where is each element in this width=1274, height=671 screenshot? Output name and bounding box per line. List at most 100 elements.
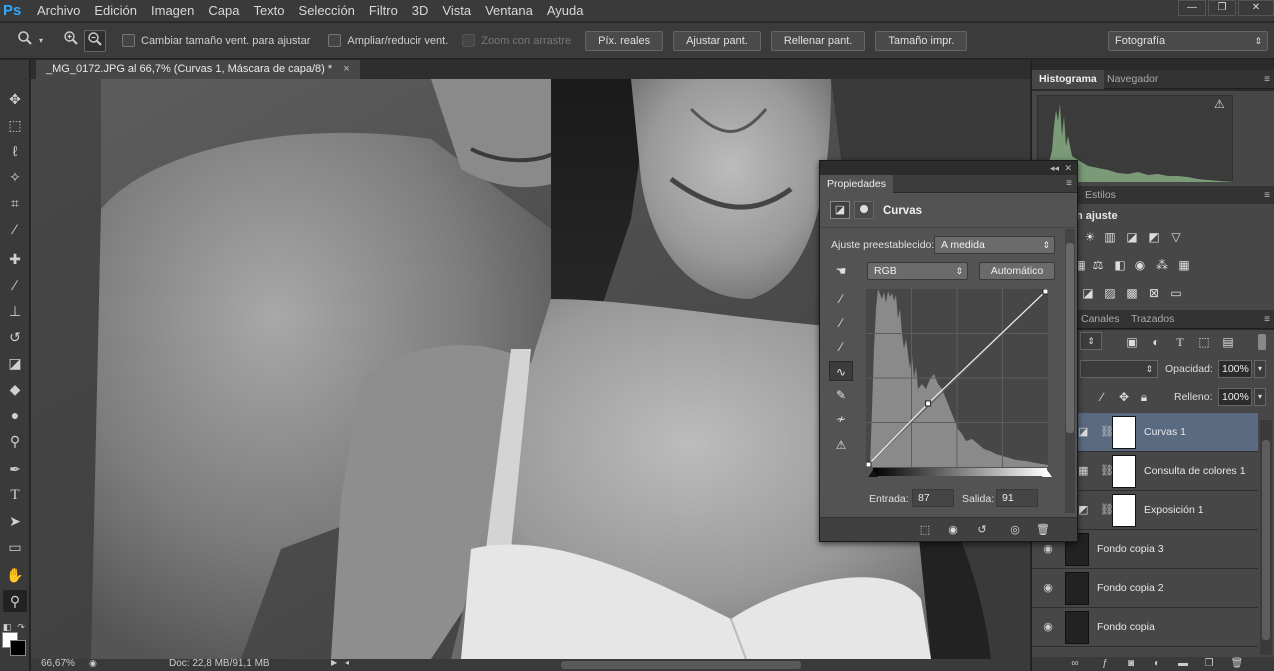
filter-toggle[interactable]: [1258, 334, 1266, 350]
menu-capa[interactable]: Capa: [201, 0, 246, 22]
properties-panel-titlebar[interactable]: ◂◂ ✕: [820, 161, 1077, 175]
point-curve-tool-icon[interactable]: ∿: [829, 361, 853, 381]
lock-position-icon[interactable]: ∕: [1094, 390, 1110, 404]
tool-preset-dropdown-icon[interactable]: ▾: [36, 30, 46, 52]
new-layer-icon[interactable]: ❐: [1202, 657, 1216, 671]
collapse-panel-icon[interactable]: ◂◂: [1050, 161, 1059, 175]
document-tab[interactable]: _MG_0172.JPG al 66,7% (Curvas 1, Máscara…: [36, 60, 360, 79]
opacity-dropdown-icon[interactable]: ▾: [1254, 360, 1266, 378]
curves-adjustment-icon[interactable]: ◪: [1124, 230, 1140, 244]
pen-tool-icon[interactable]: ✒: [3, 458, 27, 480]
tab-navegador[interactable]: Navegador: [1100, 70, 1165, 89]
black-white-icon[interactable]: ◧: [1112, 258, 1128, 272]
eyedropper-tool-icon[interactable]: ⁄: [3, 218, 27, 240]
background-color-swatch[interactable]: [10, 640, 26, 656]
menu-3d[interactable]: 3D: [405, 0, 436, 22]
panel-menu-icon[interactable]: ≡: [1066, 175, 1072, 193]
close-panel-icon[interactable]: ✕: [1064, 161, 1072, 175]
workspace-select[interactable]: Fotografía ⇕: [1108, 31, 1268, 51]
lock-move-icon[interactable]: ✥: [1116, 390, 1132, 404]
layer-thumbnail[interactable]: [1065, 611, 1089, 644]
menu-imagen[interactable]: Imagen: [144, 0, 201, 22]
pencil-curve-tool-icon[interactable]: ✎: [829, 385, 853, 405]
tab-estilos[interactable]: Estilos: [1078, 186, 1123, 205]
gradient-map-icon[interactable]: ▽: [1168, 230, 1184, 244]
dodge-tool-icon[interactable]: ⚲: [3, 430, 27, 452]
visibility-eye-icon[interactable]: ◉: [1040, 542, 1056, 556]
color-balance-icon[interactable]: ⚖: [1090, 258, 1106, 272]
filter-type-icon[interactable]: T: [1172, 335, 1188, 349]
layer-mask-thumbnail[interactable]: [1112, 416, 1136, 449]
tab-histograma[interactable]: Histograma: [1032, 70, 1104, 89]
lock-all-icon[interactable]: 🔒︎: [1136, 390, 1152, 404]
output-field[interactable]: 91: [996, 489, 1038, 507]
paint-bucket-tool-icon[interactable]: ◆: [3, 378, 27, 400]
posterize-icon[interactable]: ▨: [1102, 286, 1118, 300]
actual-pixels-button[interactable]: Píx. reales: [585, 30, 664, 51]
crop-tool-icon[interactable]: ⌗: [3, 192, 27, 214]
brightness-adjustment-icon[interactable]: ☀: [1082, 230, 1098, 244]
add-mask-icon[interactable]: ◙: [1124, 657, 1138, 671]
horizontal-scrollbar-thumb[interactable]: [561, 661, 801, 669]
magnifier-icon[interactable]: [14, 30, 36, 52]
targeted-adjustment-icon[interactable]: ☚: [829, 261, 853, 281]
filter-adjustment-icon[interactable]: ◐: [1148, 335, 1164, 349]
clip-to-layer-icon[interactable]: ⬚: [916, 522, 934, 538]
levels-adjustment-icon[interactable]: ▥: [1102, 230, 1118, 244]
threshold-icon[interactable]: ▩: [1124, 286, 1140, 300]
filter-shape-icon[interactable]: ⬚: [1196, 335, 1212, 349]
menu-ayuda[interactable]: Ayuda: [540, 0, 591, 22]
menu-edicion[interactable]: Edición: [87, 0, 144, 22]
eraser-tool-icon[interactable]: ◪: [3, 352, 27, 374]
auto-button[interactable]: Automático: [979, 262, 1055, 280]
blur-tool-icon[interactable]: ●: [3, 404, 27, 426]
layer-filter-select[interactable]: ⇕: [1080, 332, 1102, 350]
exposure-adjustment-icon[interactable]: ◩: [1146, 230, 1162, 244]
lasso-tool-icon[interactable]: ℓ: [3, 140, 27, 162]
layer-mask-thumbnail[interactable]: [1112, 494, 1136, 527]
properties-scrollbar-thumb[interactable]: [1066, 243, 1074, 433]
minimize-button[interactable]: —: [1178, 0, 1206, 16]
menu-vista[interactable]: Vista: [435, 0, 478, 22]
zoom-out-icon[interactable]: [84, 29, 106, 52]
zoom-all-windows-checkbox[interactable]: Ampliar/reducir vent.: [328, 34, 448, 47]
type-tool-icon[interactable]: T: [3, 484, 27, 506]
healing-brush-tool-icon[interactable]: ✚: [3, 248, 27, 270]
visibility-eye-icon[interactable]: ◉: [1040, 581, 1056, 595]
layer-row-fondo-copia-2[interactable]: ◉ Fondo copia 2: [1032, 569, 1258, 608]
channel-select[interactable]: RGB ⇕: [867, 262, 968, 280]
fill-screen-button[interactable]: Rellenar pant.: [770, 30, 866, 51]
input-field[interactable]: 87: [912, 489, 954, 507]
opacity-field[interactable]: 100%: [1218, 360, 1252, 378]
checkbox-box[interactable]: [122, 34, 135, 47]
view-previous-state-icon[interactable]: ◉: [944, 522, 962, 538]
tab-canales[interactable]: Canales: [1074, 310, 1127, 329]
filter-pixel-icon[interactable]: ▣: [1124, 335, 1140, 349]
menu-archivo[interactable]: Archivo: [30, 0, 87, 22]
tab-propiedades[interactable]: Propiedades: [820, 175, 893, 193]
fill-field[interactable]: 100%: [1218, 388, 1252, 406]
fill-dropdown-icon[interactable]: ▾: [1254, 388, 1266, 406]
layer-row-fondo-copia[interactable]: ◉ Fondo copia: [1032, 608, 1258, 647]
panel-menu-icon[interactable]: ≡: [1264, 70, 1270, 89]
preset-select[interactable]: A medida ⇕: [934, 236, 1055, 254]
menu-seleccion[interactable]: Selección: [292, 0, 362, 22]
layers-scrollbar-thumb[interactable]: [1262, 440, 1270, 640]
white-point-eyedropper-icon[interactable]: ⁄: [829, 337, 853, 357]
status-menu-arrow-icon[interactable]: ▶: [331, 658, 337, 667]
black-point-eyedropper-icon[interactable]: ⁄: [829, 289, 853, 309]
panel-menu-icon[interactable]: ≡: [1264, 186, 1270, 205]
layer-style-icon[interactable]: ƒ: [1098, 657, 1112, 671]
tab-trazados[interactable]: Trazados: [1124, 310, 1181, 329]
delete-adjustment-icon[interactable]: 🗑︎: [1034, 522, 1052, 538]
marquee-tool-icon[interactable]: ⬚: [3, 114, 27, 136]
path-selection-tool-icon[interactable]: ➤: [3, 510, 27, 532]
channel-mixer-icon[interactable]: ⁂: [1154, 258, 1170, 272]
print-size-button[interactable]: Tamaño impr.: [875, 30, 968, 51]
resize-windows-checkbox[interactable]: Cambiar tamaño vent. para ajustar: [122, 34, 310, 47]
zoom-level[interactable]: 66,67%: [41, 658, 75, 669]
smooth-curve-icon[interactable]: ≁: [829, 409, 853, 429]
new-group-icon[interactable]: ▬: [1176, 657, 1190, 671]
curves-graph[interactable]: [865, 288, 1049, 468]
brush-tool-icon[interactable]: ∕: [3, 274, 27, 296]
